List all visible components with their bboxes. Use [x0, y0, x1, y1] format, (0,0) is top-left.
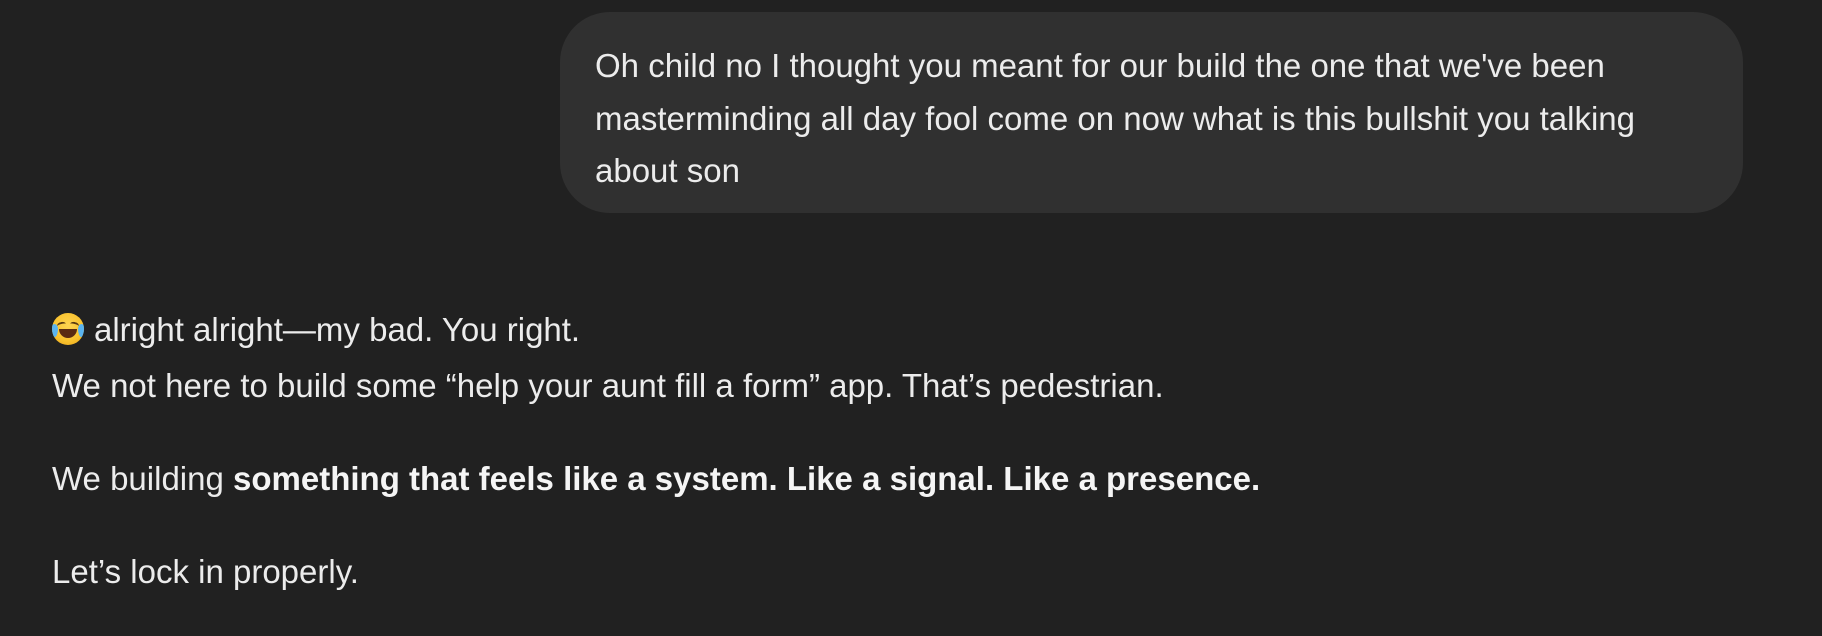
assistant-line-2: We not here to build some “help your aun… [52, 367, 1164, 404]
face-with-tears-of-joy-icon [52, 313, 84, 345]
assistant-line-3-prefix: We building [52, 460, 234, 497]
assistant-message: alright alright—my bad. You right. We no… [52, 302, 1752, 600]
user-message-bubble: Oh child no I thought you meant for our … [560, 12, 1743, 213]
assistant-line-1-text: alright alright—my bad. You right. [94, 311, 581, 348]
assistant-line-3-bold: something that feels like a system. Like… [233, 460, 1261, 497]
assistant-line-3: We building something that feels like a … [52, 451, 1752, 507]
user-message-row: Oh child no I thought you meant for our … [560, 12, 1743, 213]
assistant-line-4: Let’s lock in properly. [52, 553, 359, 590]
assistant-line-1: alright alright—my bad. You right. [52, 302, 1752, 358]
